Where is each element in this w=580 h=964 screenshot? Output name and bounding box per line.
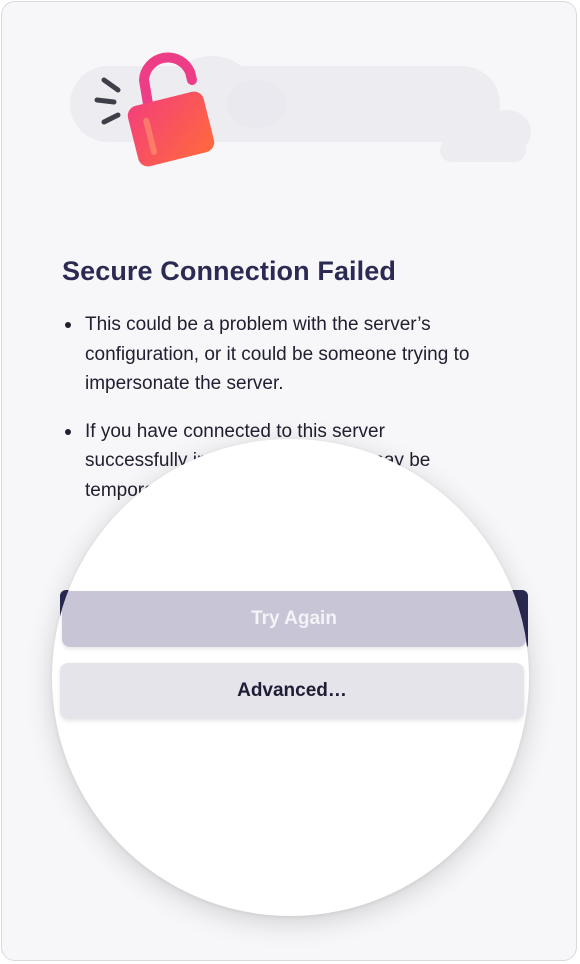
try-again-button[interactable]: Try Again	[62, 591, 526, 647]
bullet-icon	[65, 322, 71, 328]
advanced-label: Advanced…	[237, 680, 347, 701]
error-illustration	[70, 52, 531, 167]
try-again-label: Try Again	[251, 608, 337, 629]
page-title: Secure Connection Failed	[62, 256, 396, 286]
magnifier-lens: Try Again Advanced…	[52, 439, 529, 916]
error-page: Secure Connection Failed This could be a…	[1, 1, 577, 961]
list-item: This could be a problem with the server’…	[62, 310, 482, 399]
bullet-text: This could be a problem with the server’…	[85, 314, 470, 394]
bullet-icon	[65, 428, 71, 435]
advanced-button[interactable]: Advanced…	[60, 663, 524, 719]
